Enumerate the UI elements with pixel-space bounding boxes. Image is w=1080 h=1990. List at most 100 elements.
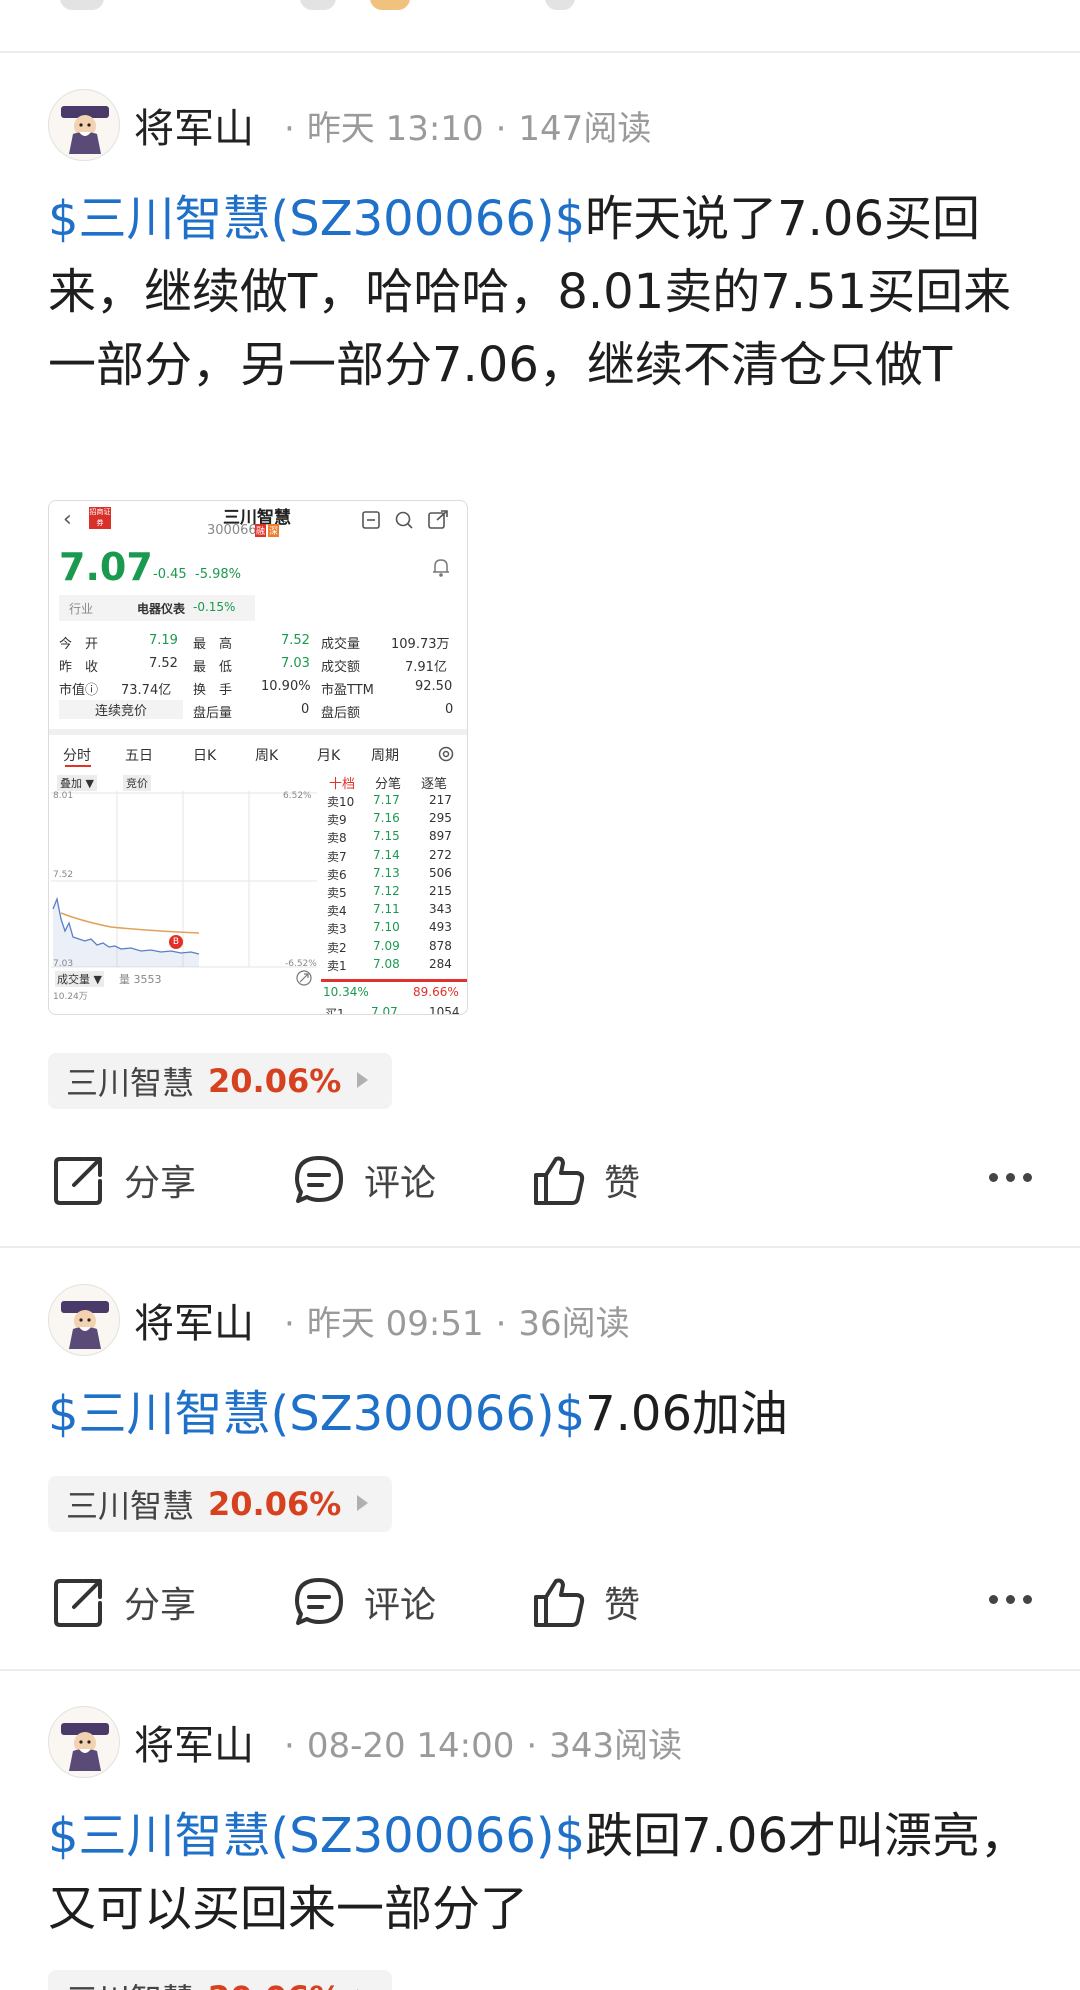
post-actions: 分享 评论 赞 [0,1567,1080,1637]
comment-icon [295,1578,343,1625]
share-icon [54,1157,102,1205]
auction-button[interactable]: 竞价 [123,775,151,791]
order-label: 卖8 [327,831,347,846]
avatar[interactable] [48,1284,120,1356]
post-1: 将军山 · 昨天 13:10 · 147阅读 $三川智慧(SZ300066)$昨天说了… [0,0,1080,1245]
volume-dropdown[interactable]: 成交量 ▼ [55,971,104,987]
volume-axis: 10.24万 [53,992,88,1002]
chip-stock-name: 三川智慧 [66,1487,195,1525]
stock-chip[interactable]: 三川智慧 20.06% [48,1970,392,1990]
tab-week-k[interactable]: 周K [255,745,278,765]
stat-label: 最 高 [193,637,233,652]
order-price: 7.15 [373,829,400,844]
post-text: $三川智慧(SZ300066)$跌回7.06才叫漂亮，又可以买回来一部分了 [48,1800,1038,1946]
order-qty: 343 [429,902,452,917]
more-dots-icon[interactable] [989,1173,1032,1182]
avatar[interactable] [48,1706,120,1778]
tab-day-k[interactable]: 日K [193,745,216,765]
share-label: 分享 [124,1163,197,1204]
read-count: 147阅读 [518,108,652,149]
order-label: 卖10 [327,795,355,809]
like-button[interactable]: 赞 [532,1567,640,1637]
stat-value: 7.52 [149,656,178,671]
order-qty: 506 [429,865,452,880]
buy-row-price: 7.07 [371,1005,398,1015]
avatar-image-icon [61,106,109,154]
order-label: 卖2 [327,940,347,955]
broker-logo: 招商证券 [89,507,111,529]
comment-button[interactable]: 评论 [292,1567,436,1637]
stock-tag-link[interactable]: $三川智慧(SZ300066)$ [48,191,585,247]
post-content: 7.06加油 [585,1386,789,1442]
stat-label: 市盈TTM [321,683,374,698]
order-tab-ten[interactable]: 十档 [329,773,355,792]
buy-row-label: 买1 [325,1007,345,1015]
stat-value: 7.91亿 [405,660,447,675]
order-label: 卖5 [327,886,347,900]
chip-stock-pct: 20.06% [208,1485,342,1523]
chip-stock-name: 三川智慧 [66,1975,194,1990]
avatar[interactable] [48,89,120,161]
author-name[interactable]: 将军山 [134,1291,254,1349]
industry-label: 行业 [69,602,94,616]
industry-name: 电器仪表 [137,602,186,616]
stat-value: 10.90% [261,679,311,694]
order-label: 卖9 [327,813,347,828]
more-dots-icon[interactable] [989,1595,1032,1604]
badge-shen: 深 [268,524,280,537]
overlay-button[interactable]: 叠加 ▼ [57,775,97,791]
share-button[interactable]: 分享 [52,1567,196,1637]
shot-change: -0.45 [153,567,187,582]
author-name[interactable]: 将军山 [134,1713,254,1771]
stat-label: 成交额 [321,660,361,675]
tab-five-day[interactable]: 五日 [125,745,153,765]
tab-period[interactable]: 周期 [371,745,399,765]
comment-label: 评论 [364,1163,437,1204]
share-button[interactable]: 分享 [52,1145,196,1215]
tab-month-k[interactable]: 月K [317,745,340,765]
order-tab-tick[interactable]: 分笔 [375,773,401,792]
chip-stock-pct: 20.06% [208,1062,342,1100]
avatar-image-icon [61,1301,109,1349]
order-tab-each[interactable]: 逐笔 [421,773,447,792]
stock-tag-link[interactable]: $三川智慧(SZ300066)$ [48,1386,585,1442]
badge-rong: 融 [255,524,267,537]
stat-value: 7.03 [281,656,310,671]
post-time: 昨天 09:51 [306,1303,484,1344]
order-price: 7.16 [373,811,400,826]
comment-icon [295,1156,343,1203]
order-qty: 217 [429,793,452,807]
chip-stock-name: 三川智慧 [66,1064,195,1102]
chip-arrow-icon [357,1072,368,1088]
stat-value: 0 [301,702,310,717]
share-icon [54,1579,102,1627]
order-label: 卖6 [327,867,347,882]
order-label: 卖7 [327,849,347,864]
post-header: 将军山 · 08-20 14:00 · 343阅读 [48,1706,682,1778]
stat-label: 换 手 [193,683,233,698]
author-name[interactable]: 将军山 [134,96,254,154]
order-price: 7.13 [373,865,400,880]
avatar-image-icon [61,1723,109,1771]
order-price: 7.08 [373,956,400,971]
post-actions: 分享 评论 赞 [0,1145,1080,1215]
post-header: 将军山 · 昨天 09:51 · 36阅读 [48,1284,630,1356]
thumbs-up-icon [534,1578,585,1627]
axis-mid: 7.52 [53,870,74,880]
order-qty: 897 [429,829,452,844]
stock-chip[interactable]: 三川智慧 20.06% [48,1476,392,1532]
post-text: $三川智慧(SZ300066)$7.06加油 [48,1378,1038,1451]
stock-chip[interactable]: 三川智慧 20.06% [48,1053,392,1109]
stat-label: 盘后量 [193,706,233,721]
order-price: 7.11 [373,902,400,917]
settings-gear-icon [438,746,454,762]
tab-intraday[interactable]: 分时 [63,745,91,765]
stat-value: 7.19 [149,633,178,648]
like-label: 赞 [604,1585,641,1626]
comment-button[interactable]: 评论 [292,1145,436,1215]
stock-tag-link[interactable]: $三川智慧(SZ300066)$ [48,1808,585,1864]
shot-stock-code: 300066 [207,523,257,538]
like-button[interactable]: 赞 [532,1145,640,1215]
axis-low: 7.03 [53,959,74,969]
post-image[interactable]: ‹ 招商证券 三川智慧 300066 融 深 7.07 -0.45 -5.98%… [48,500,468,1015]
